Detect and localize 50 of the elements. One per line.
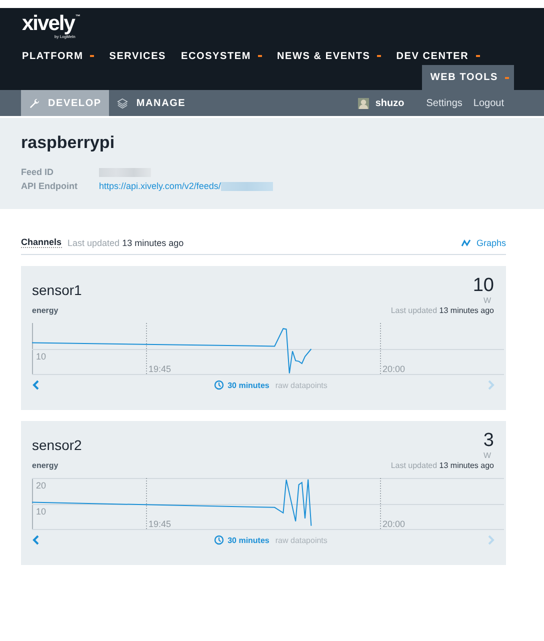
user-name[interactable]: shuzo <box>375 98 404 108</box>
previous-icon[interactable] <box>32 380 40 390</box>
nav-item[interactable]: ECOSYSTEM <box>181 50 262 62</box>
channel-value: 10 <box>472 276 494 296</box>
channel-name: sensor2 <box>32 437 82 453</box>
channels-tab[interactable]: Channels <box>21 237 62 248</box>
nav-tab[interactable]: MANAGE <box>109 90 194 116</box>
avatar-icon <box>358 98 370 108</box>
axis-label: 20 <box>36 480 46 490</box>
axis-label: 10 <box>36 506 46 516</box>
clock-icon <box>214 535 224 545</box>
nav-item[interactable]: DEV CENTER <box>396 50 480 62</box>
axis-label: 20:00 <box>382 364 406 374</box>
channel-tag: energy <box>32 461 58 470</box>
last-updated: Last updated 13 minutes ago <box>390 461 494 470</box>
layers-icon <box>117 98 128 108</box>
nav-item[interactable]: SERVICES <box>109 50 166 62</box>
last-updated: Last updated 13 minutes ago <box>390 306 494 315</box>
header-link[interactable]: Settings <box>426 98 462 108</box>
channel-name: sensor1 <box>32 282 82 298</box>
nav-tab[interactable]: WEB TOOLS <box>422 65 514 90</box>
caret-icon <box>90 55 94 57</box>
wrench-icon <box>29 98 40 108</box>
field-label: API Endpoint <box>21 180 78 193</box>
previous-icon[interactable] <box>32 535 40 545</box>
axis-label: 20:00 <box>382 519 406 529</box>
axis-label: 19:45 <box>148 364 172 374</box>
caret-icon <box>476 55 480 57</box>
header-link[interactable]: Logout <box>473 98 504 108</box>
channel-tag: energy <box>32 306 58 315</box>
line-chart-icon <box>461 238 472 246</box>
y-axis <box>32 323 33 375</box>
unit-label: W <box>483 451 491 460</box>
unit-label: W <box>483 296 491 305</box>
data-mode: raw datapoints <box>275 380 328 390</box>
last-updated: Last updated 13 minutes ago <box>68 238 184 248</box>
clock-icon <box>214 380 224 390</box>
caret-icon <box>505 76 509 78</box>
data-mode: raw datapoints <box>275 536 328 544</box>
field-label: Feed ID <box>21 166 55 179</box>
axis-label: 19:45 <box>148 519 172 529</box>
channel-value: 3 <box>483 431 494 451</box>
nav-item[interactable]: NEWS & EVENTS <box>277 50 382 62</box>
axis-label: 10 <box>36 352 46 362</box>
caret-icon <box>377 55 382 57</box>
nav-item[interactable]: PLATFORM <box>22 50 94 62</box>
feed-title: raspberrypi <box>21 133 116 153</box>
caret-icon <box>258 55 262 57</box>
graphs-link[interactable]: Graphs <box>461 238 506 248</box>
y-axis <box>32 478 33 530</box>
